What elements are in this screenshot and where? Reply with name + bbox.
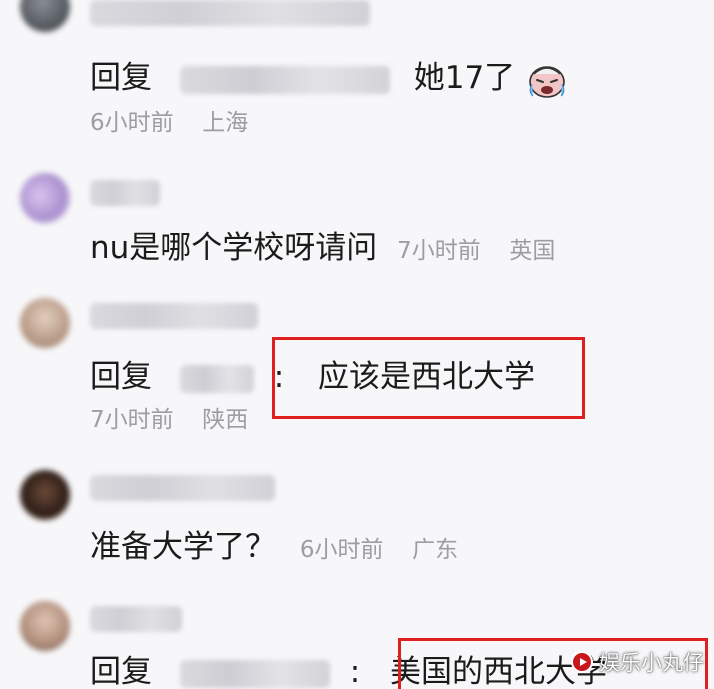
comment-body: 准备大学了？ 6小时前 广东 bbox=[90, 527, 458, 567]
avatar[interactable] bbox=[20, 601, 70, 651]
comment-text: nu是哪个学校呀请问 bbox=[90, 230, 378, 266]
comment-time: 6小时前 bbox=[299, 537, 384, 563]
reply-prefix: 回复 bbox=[90, 359, 152, 395]
watermark-text: 娱乐小丸仔 bbox=[599, 651, 704, 675]
username-blurred[interactable] bbox=[90, 303, 258, 329]
avatar[interactable] bbox=[20, 0, 70, 32]
reply-prefix: 回复 bbox=[90, 654, 152, 689]
crying-face-icon bbox=[529, 65, 565, 98]
comment-item[interactable]: 准备大学了？ 6小时前 广东 bbox=[0, 465, 714, 575]
comment-meta: 6小时前 上海 bbox=[90, 108, 248, 138]
comment-meta: 7小时前 英国 bbox=[397, 238, 555, 264]
comment-time: 7小时前 bbox=[397, 238, 481, 264]
comment-meta: 7小时前 陕西 bbox=[90, 405, 248, 435]
comment-item[interactable]: 回复 : 应该是西北大学 7小时前 陕西 bbox=[0, 295, 714, 445]
avatar[interactable] bbox=[20, 470, 70, 520]
reply-prefix: 回复 bbox=[90, 60, 152, 96]
watermark: 娱乐小丸仔 bbox=[571, 647, 704, 677]
username-blurred[interactable] bbox=[90, 180, 160, 206]
comment-location: 上海 bbox=[202, 110, 249, 136]
comment-body: 回复 她17了 bbox=[90, 58, 569, 100]
comment-location: 陕西 bbox=[202, 407, 249, 433]
comment-item[interactable]: 回复 她17了 6小时前 上海 bbox=[0, 0, 714, 150]
avatar[interactable] bbox=[20, 298, 70, 348]
comment-thread: 回复 她17了 6小时前 上海 nu是哪个学校呀请问 7小时前 英国 回复: … bbox=[0, 0, 714, 689]
comment-time: 6小时前 bbox=[90, 110, 174, 136]
comment-location: 广东 bbox=[412, 537, 459, 563]
comment-body: nu是哪个学校呀请问 7小时前 英国 bbox=[90, 228, 555, 268]
comment-time: 7小时前 bbox=[90, 407, 174, 433]
comment-item[interactable]: nu是哪个学校呀请问 7小时前 英国 bbox=[0, 170, 714, 280]
comment-text: 准备大学了？ bbox=[90, 529, 276, 565]
comment-meta: 6小时前 广东 bbox=[300, 537, 458, 563]
highlight-box bbox=[272, 337, 585, 419]
reply-target-blurred[interactable] bbox=[179, 364, 254, 393]
play-logo-icon bbox=[571, 651, 593, 673]
avatar[interactable] bbox=[20, 173, 70, 223]
username-blurred[interactable] bbox=[90, 0, 370, 26]
username-blurred[interactable] bbox=[90, 606, 182, 632]
reply-separator: : bbox=[349, 654, 361, 689]
comment-location: 英国 bbox=[509, 238, 556, 264]
reply-target-blurred[interactable] bbox=[179, 65, 390, 94]
reply-target-blurred[interactable] bbox=[179, 659, 330, 688]
comment-text: 她17了 bbox=[413, 60, 516, 96]
username-blurred[interactable] bbox=[90, 475, 275, 501]
